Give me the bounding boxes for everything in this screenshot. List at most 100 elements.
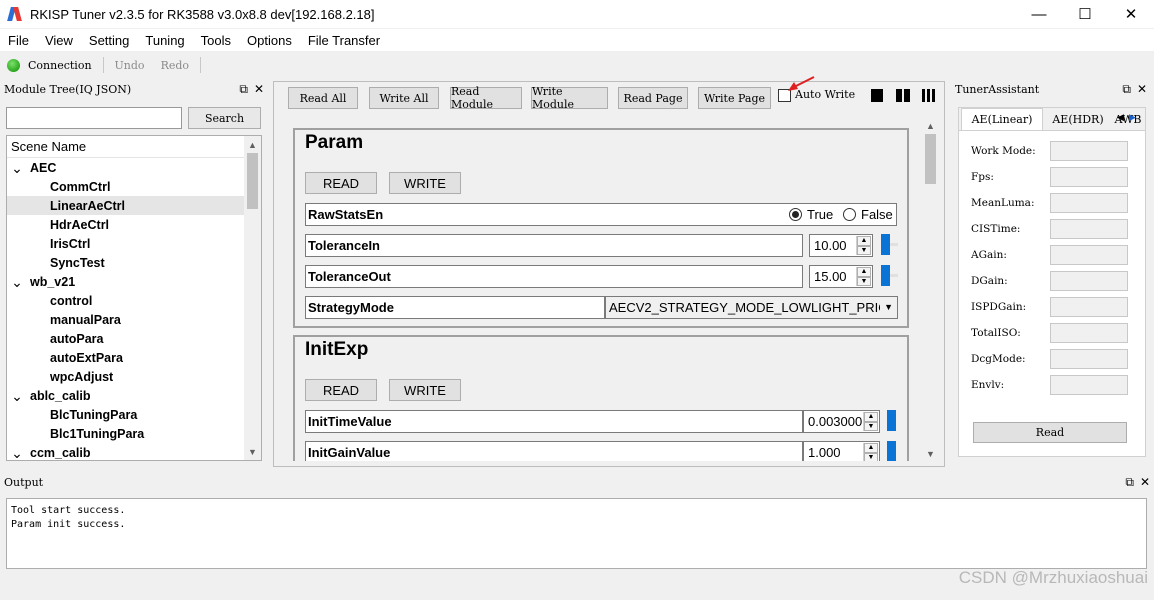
connection-status-icon	[7, 58, 20, 72]
tree-leaf[interactable]: IrisCtrl	[7, 234, 261, 253]
tree-leaf[interactable]: autoExtPara	[7, 348, 261, 367]
tolerance-out-slider[interactable]	[881, 265, 890, 286]
tolerance-out-spinbox[interactable]: 15.00 ▲ ▼	[809, 265, 873, 288]
layout-triple-icon[interactable]	[922, 89, 935, 102]
minimize-button[interactable]: —	[1016, 0, 1062, 28]
scroll-up-icon[interactable]: ▲	[922, 117, 939, 134]
tree-item-label: SyncTest	[50, 255, 105, 270]
connection-button[interactable]: Connection	[20, 59, 100, 72]
read-page-button[interactable]: Read Page	[618, 87, 688, 109]
tab-scroll-left-icon[interactable]: ◀	[1117, 112, 1124, 123]
init-time-value-slider[interactable]	[887, 410, 896, 431]
chevron-down-icon[interactable]: ⌄	[11, 446, 23, 460]
tolerance-in-spinbox[interactable]: 10.00 ▲ ▼	[809, 234, 873, 257]
tolerance-in-slider[interactable]	[881, 234, 890, 255]
init-gain-value-row: InitGainValue 1.000 ▲ ▼	[305, 441, 896, 461]
read-all-button[interactable]: Read All	[288, 87, 358, 109]
spin-up-icon[interactable]: ▲	[864, 443, 878, 453]
tree-leaf[interactable]: Blc1TuningPara	[7, 424, 261, 443]
tree-item-label: HdrAeCtrl	[50, 217, 110, 232]
close-icon[interactable]: ✕	[1137, 82, 1147, 97]
tree-item-label: AEC	[30, 160, 57, 175]
tree-leaf[interactable]: CommCtrl	[7, 177, 261, 196]
menu-tools[interactable]: Tools	[193, 33, 239, 48]
layout-single-icon[interactable]	[871, 89, 883, 102]
tuner-assistant-title: TunerAssistant ⧉ ✕	[951, 80, 1151, 98]
init-gain-value-slider[interactable]	[887, 441, 896, 461]
float-icon[interactable]: ⧉	[239, 82, 248, 97]
raw-stats-en-true-radio[interactable]	[789, 208, 802, 221]
tab-ae-hdr[interactable]: AE(HDR)	[1045, 108, 1111, 130]
tree-leaf[interactable]: BlcTuningPara	[7, 405, 261, 424]
read-module-button[interactable]: Read Module	[450, 85, 522, 111]
tree-scrollbar[interactable]: ▲ ▼	[244, 136, 261, 460]
assistant-read-button[interactable]: Read	[973, 422, 1127, 443]
scroll-thumb[interactable]	[247, 153, 258, 209]
tree-node[interactable]: ⌄ ablc_calib	[7, 386, 261, 405]
init-gain-value-spinbox[interactable]: 1.000 ▲ ▼	[803, 441, 880, 461]
write-module-button[interactable]: Write Module	[531, 85, 608, 111]
menu-tuning[interactable]: Tuning	[137, 33, 192, 48]
init-time-value-value: 0.003000	[808, 414, 863, 429]
ae-linear-panel: Work Mode: Fps: MeanLuma: CISTime: AGain…	[959, 130, 1145, 456]
tree-leaf[interactable]: manualPara	[7, 310, 261, 329]
close-button[interactable]: ✕	[1108, 0, 1154, 28]
tab-scroll-right-icon[interactable]: ▶	[1129, 112, 1136, 123]
float-icon[interactable]: ⧉	[1125, 475, 1134, 490]
maximize-button[interactable]: ☐	[1062, 0, 1108, 28]
tree-leaf[interactable]: control	[7, 291, 261, 310]
chevron-down-icon[interactable]: ⌄	[11, 389, 23, 403]
param-write-button[interactable]: WRITE	[389, 172, 461, 194]
chevron-down-icon[interactable]: ⌄	[11, 275, 23, 289]
menu-file[interactable]: File	[0, 33, 37, 48]
spin-down-icon[interactable]: ▼	[857, 276, 871, 286]
strategy-mode-dropdown[interactable]: AECV2_STRATEGY_MODE_LOWLIGHT_PRIORITY ▼	[605, 296, 898, 319]
float-icon[interactable]: ⧉	[1122, 82, 1131, 97]
scroll-thumb[interactable]	[925, 134, 936, 184]
menu-bar: File View Setting Tuning Tools Options F…	[0, 29, 1154, 51]
menu-options[interactable]: Options	[239, 33, 300, 48]
tree-leaf[interactable]: HdrAeCtrl	[7, 215, 261, 234]
raw-stats-en-false-radio[interactable]	[843, 208, 856, 221]
init-time-value-spinbox[interactable]: 0.003000 ▲ ▼	[803, 410, 880, 433]
init-exp-read-button[interactable]: READ	[305, 379, 377, 401]
tree-leaf[interactable]: SyncTest	[7, 253, 261, 272]
param-read-button[interactable]: READ	[305, 172, 377, 194]
redo-button[interactable]: Redo	[153, 59, 197, 72]
close-icon[interactable]: ✕	[254, 82, 264, 97]
tree-leaf[interactable]: wpcAdjust	[7, 367, 261, 386]
tree-node[interactable]: ⌄ wb_v21	[7, 272, 261, 291]
scroll-up-icon[interactable]: ▲	[244, 136, 261, 153]
layout-double-icon[interactable]	[896, 89, 910, 102]
undo-button[interactable]: Undo	[107, 59, 153, 72]
strategy-mode-value: AECV2_STRATEGY_MODE_LOWLIGHT_PRIORITY	[609, 300, 880, 315]
scroll-down-icon[interactable]: ▼	[922, 445, 939, 462]
search-button[interactable]: Search	[188, 107, 261, 129]
tree-node[interactable]: ⌄ ccm_calib	[7, 443, 261, 460]
write-page-button[interactable]: Write Page	[698, 87, 771, 109]
spin-up-icon[interactable]: ▲	[857, 267, 871, 277]
spin-up-icon[interactable]: ▲	[857, 236, 871, 246]
close-icon[interactable]: ✕	[1140, 475, 1150, 490]
menu-setting[interactable]: Setting	[81, 33, 137, 48]
module-tree-title: Module Tree(IQ JSON) ⧉ ✕	[0, 80, 268, 98]
total-iso-label: TotalISO:	[971, 327, 1021, 339]
scroll-down-icon[interactable]: ▼	[244, 443, 261, 460]
output-log[interactable]: Tool start success. Param init success.	[6, 498, 1147, 569]
page-scroll-area: Param READ WRITE RawStatsEn True False T…	[288, 117, 939, 461]
menu-file-transfer[interactable]: File Transfer	[300, 33, 388, 48]
search-input[interactable]	[6, 107, 182, 129]
spin-down-icon[interactable]: ▼	[857, 245, 871, 255]
tab-ae-linear[interactable]: AE(Linear)	[961, 108, 1043, 130]
tree-node[interactable]: ⌄ AEC	[7, 158, 261, 177]
menu-view[interactable]: View	[37, 33, 81, 48]
page-scrollbar[interactable]: ▲ ▼	[922, 117, 939, 462]
init-exp-write-button[interactable]: WRITE	[389, 379, 461, 401]
chevron-down-icon[interactable]: ⌄	[11, 161, 23, 175]
spin-down-icon[interactable]: ▼	[864, 452, 878, 461]
spin-down-icon[interactable]: ▼	[864, 421, 878, 431]
tree-leaf[interactable]: autoPara	[7, 329, 261, 348]
tree-leaf[interactable]: LinearAeCtrl	[7, 196, 261, 215]
spin-up-icon[interactable]: ▲	[864, 412, 878, 422]
write-all-button[interactable]: Write All	[369, 87, 439, 109]
